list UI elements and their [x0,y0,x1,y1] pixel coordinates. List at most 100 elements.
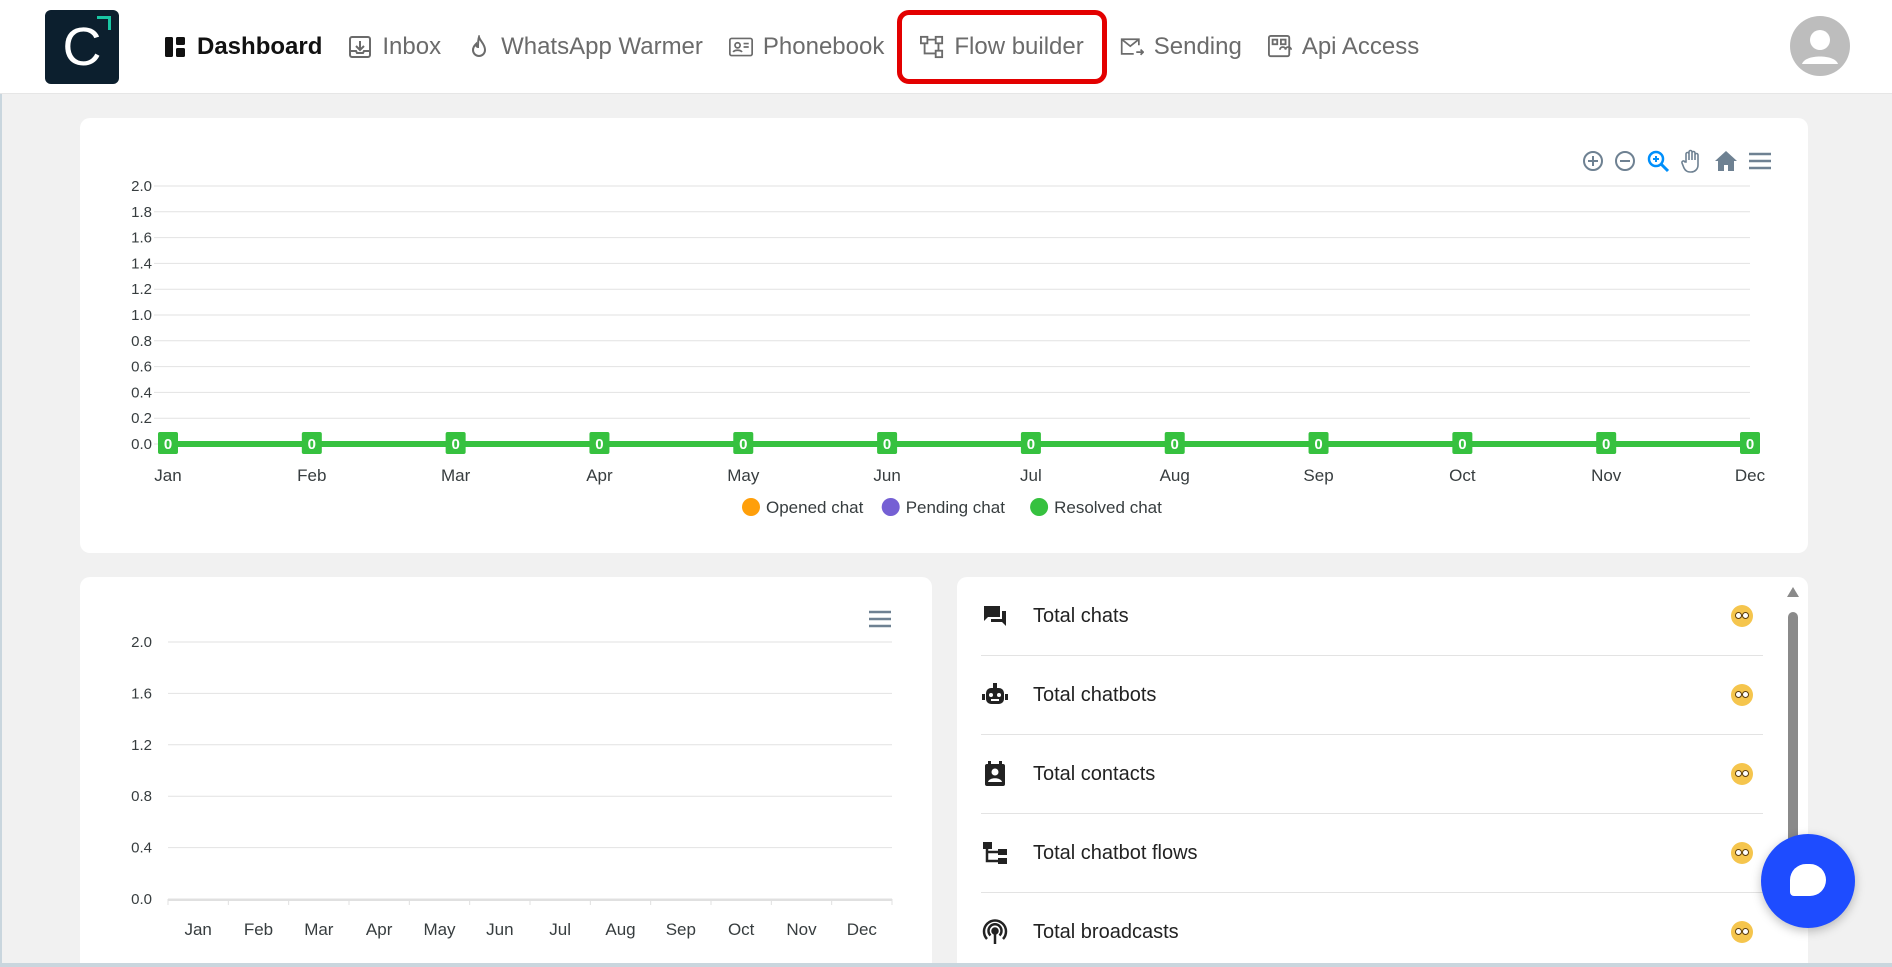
zoom-in-icon[interactable] [1582,150,1604,172]
data-label: 0 [589,432,610,454]
dashboard-icon [163,35,187,59]
nav-inbox[interactable]: Inbox [335,22,454,72]
legend-item[interactable]: Pending chat [881,498,1006,517]
x-tick-label: Nov [786,920,817,939]
window-left-edge [0,94,2,967]
main-nav: Dashboard Inbox WhatsApp Warmer Phoneboo… [150,10,1432,84]
worried-face-icon [1731,605,1753,627]
stat-row-total-chats[interactable]: Total chats [981,577,1763,656]
top-navigation-bar: C Dashboard Inbox WhatsApp Warmer Phoneb… [0,0,1892,94]
x-tick-label: Jan [184,920,211,939]
legend-item[interactable]: Resolved chat [1030,498,1162,517]
y-tick-label: 0.2 [131,410,152,427]
pan-hand-icon[interactable] [1680,148,1704,174]
worried-face-icon [1731,842,1753,864]
selection-zoom-icon[interactable] [1646,149,1670,173]
x-tick-label: Mar [304,920,334,939]
window-bottom-edge [0,963,1892,967]
y-tick-label: 2.0 [131,634,152,651]
data-label: 0 [1452,432,1473,454]
x-tick-label: Dec [847,920,878,939]
robot-icon [981,681,1009,709]
nav-phonebook[interactable]: Phonebook [716,22,897,72]
y-tick-label: 0.4 [131,384,152,401]
data-label: 0 [1596,432,1617,454]
nav-sending[interactable]: Sending [1107,22,1255,72]
y-tick-label: 1.6 [131,230,152,247]
data-label: 0 [301,432,322,454]
y-tick-label: 0.8 [131,333,152,350]
y-tick-label: 1.2 [131,281,152,298]
svg-text:Resolved chat: Resolved chat [1054,498,1162,517]
svg-text:0: 0 [739,436,747,453]
x-tick-label: Mar [441,466,471,485]
data-label: 0 [1740,432,1760,454]
y-tick-label: 2.0 [131,178,152,195]
x-tick-label: Oct [728,920,755,939]
small-bar-chart: 2.0 1.6 1.2 0.8 0.4 0.0 Jan Feb Mar Apr May Jun Jul… [131,634,893,939]
inbox-icon [348,35,372,59]
user-silhouette-icon [1802,30,1838,64]
x-tick-label: May [423,920,456,939]
nav-dashboard[interactable]: Dashboard [150,22,335,72]
y-tick-label: 0.8 [131,788,152,805]
main-line-chart: 2.0 1.8 1.6 1.4 1.2 1.0 0.8 0.6 0.4 0.2 0.0 Jan Feb… [131,178,1766,517]
flame-icon [467,35,491,59]
nav-flow-builder[interactable]: Flow builder [897,10,1107,84]
totals-card: Total chats Total chatbots Total contact… [957,577,1808,967]
stat-row-total-chatbots[interactable]: Total chatbots [981,656,1763,735]
chart-toolbar [1582,148,1772,174]
stat-label: Total chats [1033,604,1129,627]
legend-item[interactable]: Opened chat [742,498,864,517]
x-tick-label: Aug [1160,466,1190,485]
stat-row-total-broadcasts[interactable]: Total broadcasts [981,893,1763,967]
worried-face-icon [1731,684,1753,706]
chat-widget-button[interactable] [1761,834,1855,928]
stat-label: Total chatbots [1033,683,1157,706]
nav-api-access[interactable]: Api Access [1255,22,1432,72]
svg-text:Pending chat: Pending chat [906,498,1006,517]
x-tick-label: Jul [1020,466,1042,485]
logo-letter: C [62,17,102,77]
svg-text:0: 0 [595,436,603,453]
broadcast-icon [981,918,1009,946]
x-tick-label: Jul [549,920,571,939]
data-label: 0 [445,432,466,454]
stat-label: Total broadcasts [1033,920,1179,943]
svg-text:0: 0 [1027,436,1035,453]
scroll-up-arrow-icon[interactable] [1787,587,1799,597]
zoom-out-icon[interactable] [1614,150,1636,172]
stat-label: Total chatbot flows [1033,841,1198,864]
y-tick-label: 1.2 [131,737,152,754]
stat-row-total-chatbot-flows[interactable]: Total chatbot flows [981,814,1763,893]
y-tick-label: 0.0 [131,436,152,453]
app-logo[interactable]: C [45,10,119,84]
x-tick-label: Sep [1303,466,1333,485]
chat-bubbles-icon [981,602,1009,630]
api-icon [1267,35,1292,59]
svg-text:0: 0 [308,436,316,453]
svg-text:0: 0 [883,436,891,453]
x-tick-label: Nov [1591,466,1622,485]
menu-icon[interactable] [1748,151,1772,171]
user-avatar[interactable] [1790,16,1850,76]
nav-dashboard-label: Dashboard [197,33,323,60]
x-tick-label: Feb [297,466,326,485]
x-tick-label: Dec [1735,466,1766,485]
svg-text:0: 0 [1602,436,1610,453]
nav-inbox-label: Inbox [382,33,442,60]
nav-phonebook-label: Phonebook [762,33,885,60]
menu-icon[interactable] [868,609,892,629]
svg-text:0: 0 [1746,436,1754,453]
nav-whatsapp-warmer[interactable]: WhatsApp Warmer [454,22,716,72]
stat-row-total-contacts[interactable]: Total contacts [981,735,1763,814]
contact-icon [981,760,1009,788]
home-icon[interactable] [1714,150,1738,172]
data-label: 0 [1020,432,1041,454]
y-tick-label: 1.4 [131,255,152,272]
svg-text:Opened chat: Opened chat [766,498,864,517]
svg-text:0: 0 [1458,436,1466,453]
flow-tree-icon [981,839,1009,867]
logo-arrow-icon [97,16,111,30]
send-mail-icon [1120,35,1144,59]
